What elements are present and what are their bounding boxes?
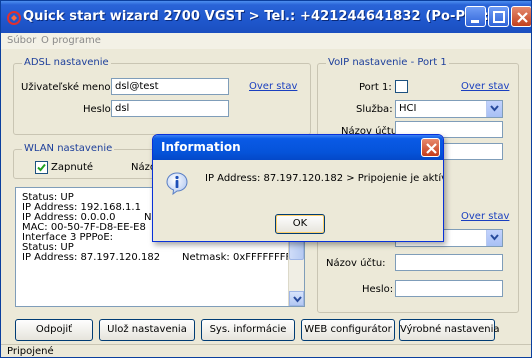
app-logo-icon (7, 11, 21, 25)
voip-group-label: VoIP nastavenie - Port 1 (326, 57, 449, 68)
menu-item-file[interactable]: Súbor (7, 35, 36, 46)
title-bar[interactable]: Quick start wizard 2700 VGST > Tel.: +42… (1, 1, 531, 33)
voip-service-value: HCI (399, 103, 417, 114)
disconnect-button[interactable]: Odpojiť (15, 319, 93, 341)
main-window: Quick start wizard 2700 VGST > Tel.: +42… (0, 0, 532, 358)
minimize-icon (471, 20, 479, 23)
chevron-down-icon (490, 234, 499, 241)
adsl-password-label: Heslo: (83, 104, 115, 115)
adsl-group-label: ADSL nastavenie (22, 57, 111, 68)
dialog-close-button[interactable] (421, 138, 440, 157)
information-dialog: Information IP Address: 87.197.120.182 >… (152, 134, 444, 242)
status-line: IP Address: 87.197.120.182 (22, 252, 161, 263)
info-icon (165, 171, 189, 196)
menu-item-about[interactable]: O programe (41, 35, 101, 46)
sys-info-button[interactable]: Sys. informácie (201, 319, 295, 341)
adsl-password-field[interactable]: dsl (111, 100, 229, 117)
window-title: Quick start wizard 2700 VGST > Tel.: +42… (23, 9, 532, 24)
ok-button[interactable]: OK (275, 214, 325, 234)
web-config-button[interactable]: WEB configurátor (301, 319, 395, 341)
dialog-title-bar[interactable]: Information (153, 135, 443, 160)
adsl-group: ADSL nastavenie (13, 57, 311, 135)
wlan-enabled-checkbox[interactable] (35, 161, 48, 174)
close-icon (517, 12, 528, 23)
voip-password-label: Heslo: (362, 284, 394, 295)
status-bar: Pripojené (1, 344, 531, 357)
voip-check-status-link-top[interactable]: Over stav (461, 81, 509, 92)
dropdown-arrow[interactable] (486, 101, 502, 117)
voip-port-checkbox[interactable] (395, 80, 408, 93)
factory-settings-button[interactable]: Výrobné nastavenia (399, 319, 500, 341)
voip-check-status-link-lower[interactable]: Over stav (461, 211, 509, 222)
username-field[interactable]: dsl@test (111, 78, 229, 95)
chevron-down-icon (293, 296, 302, 303)
voip-password-field[interactable] (395, 280, 503, 297)
wlan-group-label: WLAN nastavenie (22, 143, 115, 154)
chevron-down-icon (490, 105, 499, 112)
minimize-button[interactable] (465, 6, 486, 27)
voip-service-select[interactable]: HCI (395, 100, 503, 118)
save-settings-button[interactable]: Ulož nastavenia (99, 319, 195, 341)
maximize-icon (493, 11, 505, 23)
close-button[interactable] (511, 6, 531, 27)
voip-service-label: Služba: (356, 104, 393, 115)
status-netmask: Netmask: 0xFFFFFFFF (182, 252, 292, 263)
wlan-enabled-label: Zapnuté (51, 162, 94, 173)
menu-bar: Súbor O programe (1, 33, 531, 49)
username-label: Uživateľské meno: (21, 82, 114, 93)
voip-account-name-field[interactable] (395, 254, 503, 271)
close-icon (426, 143, 437, 154)
scroll-down-button[interactable] (289, 291, 304, 306)
voip-port-label: Port 1: (359, 82, 392, 93)
adsl-check-status-link[interactable]: Over stav (249, 81, 297, 92)
dialog-message: IP Address: 87.197.120.182 > Pripojenie … (205, 173, 444, 184)
checkmark-icon (37, 163, 46, 172)
dialog-title: Information (161, 140, 241, 154)
voip-account-name-label: Názov účtu: (326, 258, 386, 269)
connection-status-text: Pripojené (7, 346, 54, 357)
dropdown-arrow-lower[interactable] (486, 230, 502, 246)
maximize-button[interactable] (488, 6, 509, 27)
